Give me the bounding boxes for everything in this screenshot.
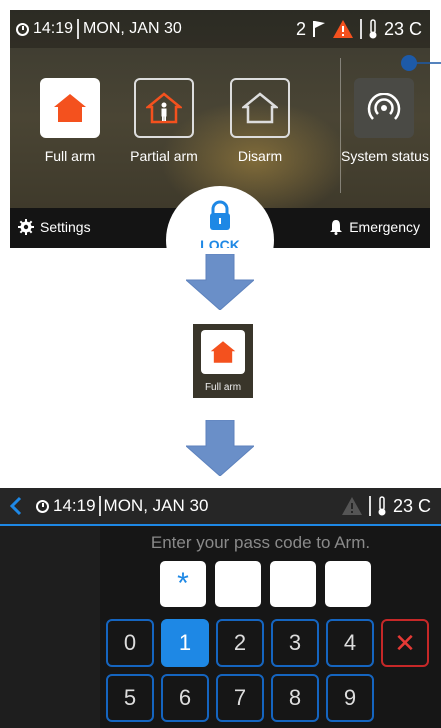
key-6[interactable]: 6 <box>161 674 209 722</box>
gear-icon <box>18 219 34 235</box>
partial-arm-button[interactable] <box>134 78 194 138</box>
key-3[interactable]: 3 <box>271 619 319 667</box>
disarm-label: Disarm <box>237 148 283 164</box>
date-text: MON, JAN 30 <box>103 496 209 515</box>
house-person-icon <box>146 92 182 124</box>
separator <box>368 496 371 516</box>
key-2[interactable]: 2 <box>216 619 264 667</box>
temperature-text: 23 C <box>392 495 431 516</box>
passcode-digit-3 <box>270 561 316 607</box>
separator <box>98 496 101 516</box>
key-9[interactable]: 9 <box>326 674 374 722</box>
lock-label: LOCK <box>200 237 240 248</box>
date-text: MON, JAN 30 <box>83 20 182 37</box>
house-filled-icon <box>210 341 236 363</box>
system-status-label: System status <box>341 148 429 164</box>
thermometer-icon <box>378 496 386 516</box>
disarm-button[interactable] <box>230 78 290 138</box>
separator <box>77 19 80 39</box>
passcode-digit-1: * <box>160 561 206 607</box>
full-arm-button[interactable] <box>40 78 100 138</box>
temperature-text: 23 C <box>383 18 422 39</box>
time-text: 14:19 <box>33 20 74 37</box>
down-arrow-icon <box>186 254 254 310</box>
alert-count: 2 <box>295 18 306 39</box>
delete-button[interactable]: ✕ <box>381 619 429 667</box>
clock: 14:19 MON, JAN 30 <box>16 19 182 39</box>
back-chevron-icon[interactable] <box>10 496 22 516</box>
key-4[interactable]: 4 <box>326 619 374 667</box>
status-bar: 14:19 MON, JAN 30 2 23 C <box>10 10 430 48</box>
system-status-button[interactable] <box>354 78 414 138</box>
partial-arm-label: Partial arm <box>130 148 198 164</box>
thermometer-icon <box>369 19 377 39</box>
separator <box>359 19 362 39</box>
clock-icon <box>16 22 29 36</box>
settings-button[interactable]: Settings <box>18 219 91 235</box>
status-bar: 14:19 MON, JAN 30 23 C <box>0 488 441 524</box>
down-arrow-icon <box>186 420 254 476</box>
passcode-digit-2 <box>215 561 261 607</box>
lock-icon <box>210 200 230 230</box>
home-screen: 14:19 MON, JAN 30 2 23 C Full arm Partia… <box>10 10 430 248</box>
settings-label: Settings <box>40 219 91 235</box>
full-arm-tap-preview[interactable]: Full arm <box>193 324 253 398</box>
warning-icon <box>332 20 353 38</box>
full-arm-preview-button[interactable] <box>201 330 245 374</box>
key-8[interactable]: 8 <box>271 674 319 722</box>
emergency-label: Emergency <box>349 219 420 235</box>
clock-icon <box>36 499 49 513</box>
house-outline-icon <box>242 92 278 124</box>
divider <box>340 58 341 193</box>
bell-icon <box>330 220 343 235</box>
key-1[interactable]: 1 <box>161 619 209 667</box>
emergency-button[interactable]: Emergency <box>329 219 420 235</box>
passcode-screen: 14:19 MON, JAN 30 23 C Enter your pass c… <box>0 488 441 728</box>
key-7[interactable]: 7 <box>216 674 264 722</box>
time-text: 14:19 <box>53 496 96 515</box>
signal-icon <box>367 93 401 120</box>
full-arm-preview-label: Full arm <box>204 382 242 393</box>
key-0[interactable]: 0 <box>106 619 154 667</box>
connector-line <box>401 55 441 71</box>
warning-icon <box>341 497 362 515</box>
key-5[interactable]: 5 <box>106 674 154 722</box>
flag-icon <box>312 21 325 37</box>
passcode-digit-4 <box>325 561 371 607</box>
passcode-prompt: Enter your pass code to Arm. <box>150 533 371 552</box>
house-filled-icon <box>54 94 86 122</box>
side-panel <box>0 526 100 728</box>
